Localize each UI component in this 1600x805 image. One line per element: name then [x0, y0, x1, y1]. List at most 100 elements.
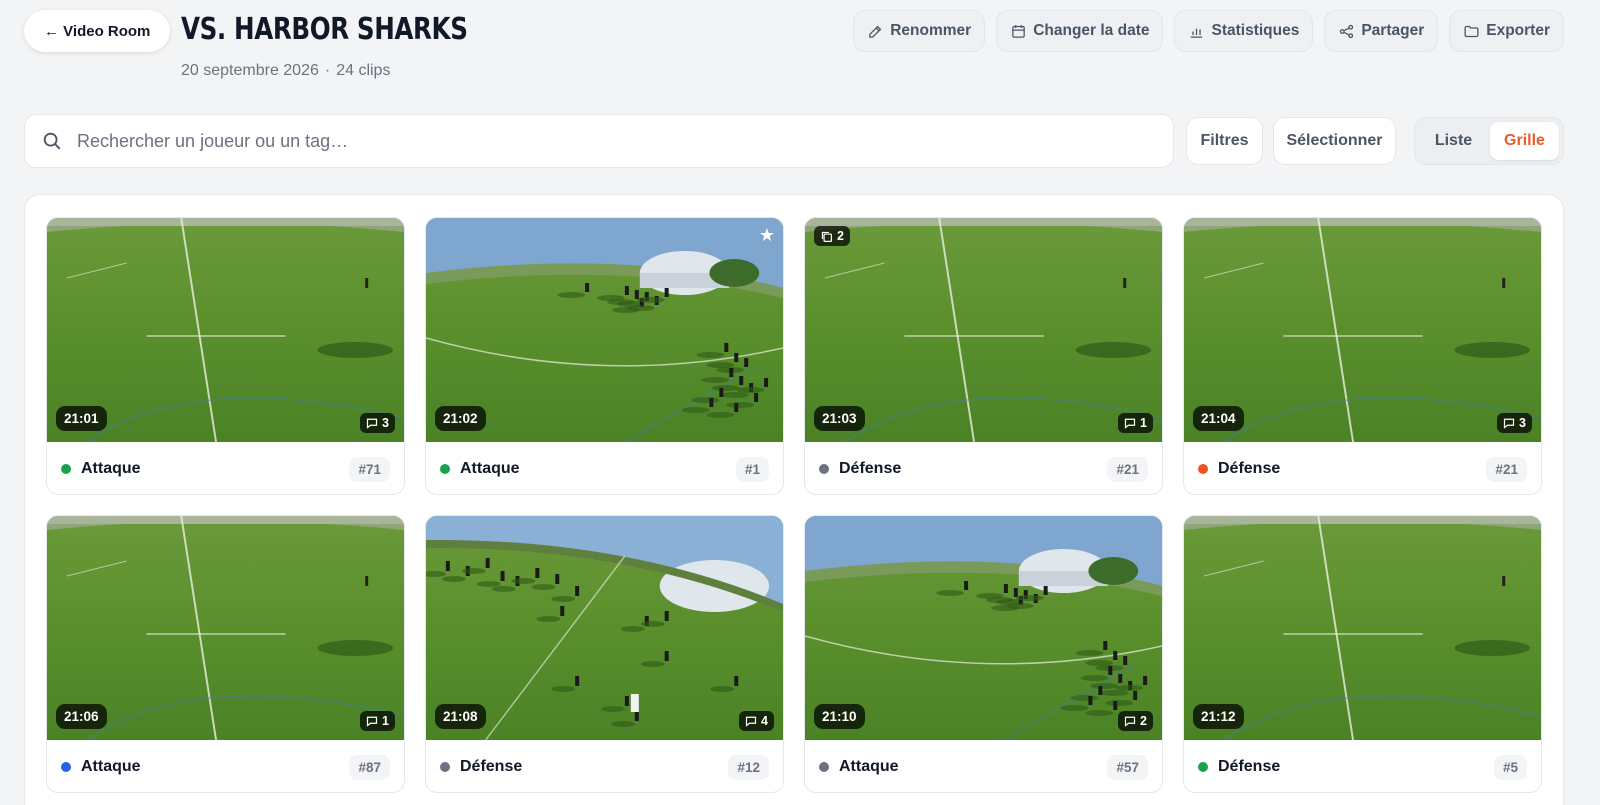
clip-thumbnail[interactable]: 21:02 ★ — [426, 218, 783, 442]
clip-card[interactable]: 21:12 Défense #5 — [1183, 515, 1542, 793]
clip-card[interactable]: 21:03 1 2 Défense #21 — [804, 217, 1163, 495]
search-input[interactable] — [77, 130, 1077, 152]
clip-time-badge: 21:01 — [56, 406, 107, 431]
filters-button[interactable]: Filtres — [1186, 117, 1263, 165]
clip-tag: Défense — [460, 758, 523, 775]
player-number-badge: #21 — [1486, 456, 1527, 482]
clip-tag: Défense — [1218, 758, 1281, 775]
clip-thumbnail[interactable]: 21:10 2 — [805, 516, 1162, 740]
clip-thumbnail[interactable]: 21:04 3 — [1184, 218, 1541, 442]
clip-time-badge: 21:02 — [435, 406, 486, 431]
player-number-badge: #5 — [1493, 754, 1527, 780]
clip-time-badge: 21:06 — [56, 704, 107, 729]
clip-card[interactable]: 21:10 2 Attaque #57 — [804, 515, 1163, 793]
clip-tag: Attaque — [81, 460, 141, 477]
comment-icon — [745, 716, 757, 727]
clip-footer: Attaque #57 — [805, 740, 1162, 792]
rename-button[interactable]: Renommer — [853, 10, 986, 52]
pencil-icon — [869, 25, 882, 38]
player-number-badge: #1 — [735, 456, 769, 482]
comment-icon — [366, 418, 378, 429]
share-button[interactable]: Partager — [1324, 10, 1439, 52]
comment-icon — [1124, 716, 1136, 727]
clip-thumbnail[interactable]: 21:06 1 — [47, 516, 404, 740]
clip-thumbnail[interactable]: 21:03 1 2 — [805, 218, 1162, 442]
clip-tag: Défense — [1218, 460, 1281, 477]
player-number-badge: #12 — [728, 754, 769, 780]
change-date-button[interactable]: Changer la date — [996, 10, 1164, 52]
clip-tag: Attaque — [460, 460, 520, 477]
clip-time-badge: 21:03 — [814, 406, 865, 431]
page-title: VS. HARBOR SHARKS — [181, 12, 468, 47]
player-number-badge: #57 — [1107, 754, 1148, 780]
status-dot — [440, 762, 450, 772]
share-label: Partager — [1361, 22, 1425, 39]
comment-icon — [1503, 418, 1515, 429]
comment-icon — [366, 716, 378, 727]
comment-count-badge: 3 — [360, 413, 395, 433]
clip-card[interactable]: 21:06 1 Attaque #87 — [46, 515, 405, 793]
clip-time-badge: 21:04 — [1193, 406, 1244, 431]
statistics-button[interactable]: Statistiques — [1174, 10, 1314, 52]
comment-count-badge: 3 — [1497, 413, 1532, 433]
player-number-badge: #71 — [349, 456, 390, 482]
clips-grid: 21:01 3 Attaque #71 21:02 ★ Attaque #1 21:03 1 2 Dé… — [46, 217, 1542, 793]
clip-footer: Attaque #1 — [426, 442, 783, 494]
comment-count: 1 — [382, 714, 389, 728]
clip-card[interactable]: 21:02 ★ Attaque #1 — [425, 217, 784, 495]
clip-footer: Défense #5 — [1184, 740, 1541, 792]
clip-tag: Attaque — [81, 758, 141, 775]
comment-count: 4 — [761, 714, 768, 728]
match-date: 20 septembre 2026 — [181, 62, 319, 79]
clip-card[interactable]: 21:01 3 Attaque #71 — [46, 217, 405, 495]
back-button-label: ← Video Room — [44, 22, 151, 40]
status-dot — [61, 762, 71, 772]
clip-time-badge: 21:08 — [435, 704, 486, 729]
search-icon — [43, 132, 61, 150]
rename-label: Renommer — [890, 22, 972, 39]
star-icon[interactable]: ★ — [759, 227, 775, 245]
status-dot — [61, 464, 71, 474]
clip-footer: Défense #21 — [1184, 442, 1541, 494]
clip-footer: Défense #12 — [426, 740, 783, 792]
clip-card[interactable]: 21:04 3 Défense #21 — [1183, 217, 1542, 495]
share-icon — [1340, 24, 1354, 38]
clip-footer: Attaque #87 — [47, 740, 404, 792]
back-to-video-room-button[interactable]: ← Video Room — [24, 10, 171, 52]
status-dot — [819, 464, 829, 474]
select-button[interactable]: Sélectionner — [1273, 117, 1396, 165]
comment-count: 1 — [1140, 416, 1147, 430]
export-button[interactable]: Exporter — [1449, 10, 1564, 52]
comment-count-badge: 4 — [739, 711, 774, 731]
status-dot — [440, 464, 450, 474]
clip-thumbnail[interactable]: 21:01 3 — [47, 218, 404, 442]
comment-count: 2 — [1140, 714, 1147, 728]
comment-count: 3 — [1519, 416, 1526, 430]
status-dot — [1198, 464, 1208, 474]
statistics-label: Statistiques — [1211, 22, 1300, 39]
comment-count-badge: 1 — [1118, 413, 1153, 433]
header-actions: Renommer Changer la date Statistiques Pa… — [853, 10, 1564, 52]
page-subtitle: 20 septembre 2026 · 24 clips — [181, 62, 390, 80]
folder-icon — [1464, 25, 1479, 37]
comment-count: 3 — [382, 416, 389, 430]
clip-thumbnail[interactable]: 21:08 4 — [426, 516, 783, 740]
clip-time-badge: 21:12 — [1193, 704, 1244, 729]
status-dot — [1198, 762, 1208, 772]
comment-icon — [1124, 418, 1136, 429]
copy-icon — [821, 231, 832, 242]
clip-tag: Défense — [839, 460, 902, 477]
filters-label: Filtres — [1200, 132, 1249, 149]
list-view-option[interactable]: Liste — [1419, 122, 1488, 160]
calendar-icon — [1012, 24, 1026, 38]
export-label: Exporter — [1486, 22, 1550, 39]
bar-chart-icon — [1191, 28, 1203, 38]
clip-card[interactable]: 21:08 4 Défense #12 — [425, 515, 784, 793]
clip-footer: Défense #21 — [805, 442, 1162, 494]
clip-thumbnail[interactable]: 21:12 — [1184, 516, 1541, 740]
clip-tag: Attaque — [839, 758, 899, 775]
search-bar — [24, 114, 1174, 168]
comment-count-badge: 1 — [360, 711, 395, 731]
grid-view-option[interactable]: Grille — [1490, 122, 1559, 160]
clip-time-badge: 21:10 — [814, 704, 865, 729]
